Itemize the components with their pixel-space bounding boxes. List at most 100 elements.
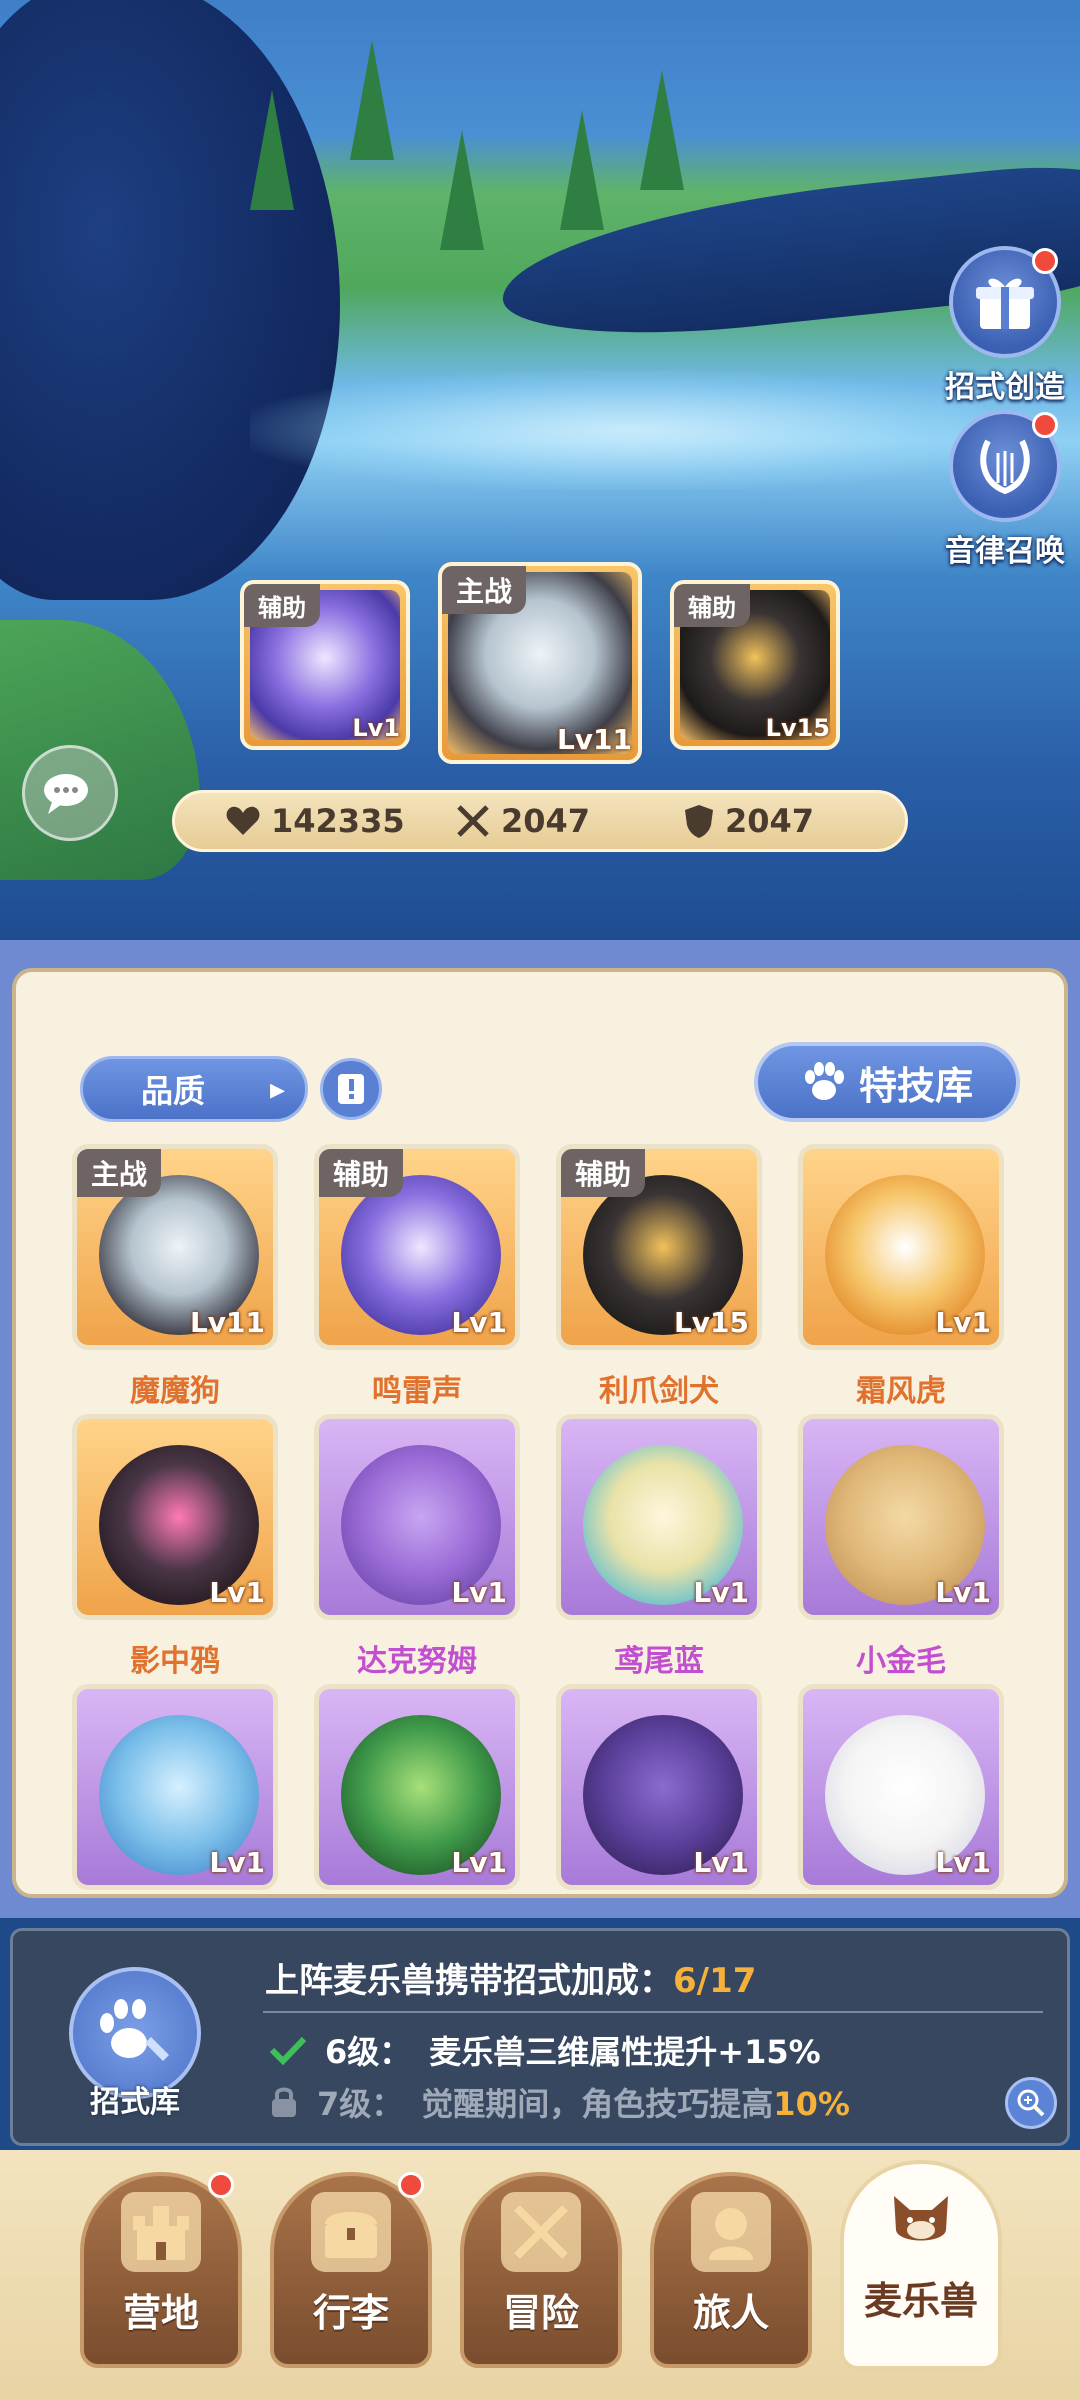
pet-panel-inner: 品质 ▸ 特技库 主战 Lv11 魔魔狗 辅助 Lv1 鸣雷声 辅助 Lv15 利爪剑犬 Lv1 霜… bbox=[12, 968, 1068, 1898]
melody-summon-label: 音律召唤 bbox=[945, 534, 1065, 569]
pet-level: Lv1 bbox=[935, 1306, 991, 1339]
river-shine bbox=[250, 370, 1010, 490]
pet-name: 霜风虎 bbox=[856, 1374, 946, 1409]
pet-level: Lv1 bbox=[693, 1846, 749, 1879]
quality-filter-button[interactable]: 品质 ▸ bbox=[80, 1056, 308, 1122]
pet-level: Lv11 bbox=[556, 723, 632, 756]
pet-card[interactable]: Lv1 鸢尾蓝 bbox=[556, 1414, 762, 1680]
level-7-text: 觉醒期间，角色技巧提高10% bbox=[421, 2079, 850, 2125]
nav-tab[interactable]: 麦乐兽 bbox=[840, 2160, 1002, 2370]
pet-level: Lv1 bbox=[451, 1306, 507, 1339]
pet-card-frame: Lv1 bbox=[798, 1144, 1004, 1350]
pet-level: Lv1 bbox=[451, 1576, 507, 1609]
pet-level: Lv15 bbox=[765, 714, 830, 742]
quality-filter-label: 品质 bbox=[141, 1072, 206, 1110]
nav-tab-label: 行李 bbox=[312, 2291, 389, 2335]
info-book-icon bbox=[338, 1074, 364, 1104]
pet-card-frame: Lv1 bbox=[72, 1414, 278, 1620]
team-main[interactable]: 主战 Lv11 bbox=[438, 562, 642, 764]
lock-icon bbox=[272, 2087, 296, 2117]
pet-card-frame: 主战 Lv11 bbox=[72, 1144, 278, 1350]
magnifier-icon bbox=[1017, 2089, 1045, 2117]
pine-tree bbox=[640, 70, 684, 190]
nav-tab[interactable]: 冒险 bbox=[460, 2172, 622, 2368]
pet-cat-icon bbox=[881, 2180, 961, 2260]
defense-stat: 2047 bbox=[683, 802, 814, 840]
role-tag: 辅助 bbox=[561, 1149, 646, 1197]
traveler-icon bbox=[691, 2192, 771, 2272]
pine-tree bbox=[440, 130, 484, 250]
pet-level: Lv1 bbox=[451, 1846, 507, 1879]
pet-level: Lv1 bbox=[935, 1846, 991, 1879]
pet-card[interactable]: 辅助 Lv1 鸣雷声 bbox=[314, 1144, 520, 1410]
paw-sword-icon bbox=[100, 1999, 169, 2061]
pine-tree bbox=[350, 40, 394, 160]
divider bbox=[263, 2011, 1043, 2013]
pet-card-frame: Lv1 bbox=[72, 1684, 278, 1890]
pet-card[interactable]: Lv1 bbox=[314, 1684, 520, 1890]
notification-badge bbox=[398, 2172, 424, 2198]
pet-name: 魔魔狗 bbox=[130, 1374, 220, 1409]
paw-icon bbox=[804, 1062, 844, 1100]
pine-tree bbox=[560, 110, 604, 230]
notification-badge bbox=[208, 2172, 234, 2198]
bonus-level-7: 7级： 觉醒期间，角色技巧提高10% bbox=[269, 2079, 850, 2125]
zoom-button[interactable] bbox=[1005, 2077, 1057, 2129]
pet-card-frame: Lv1 bbox=[556, 1414, 762, 1620]
pet-card[interactable]: Lv1 bbox=[72, 1684, 278, 1890]
pet-card[interactable]: Lv1 影中鸦 bbox=[72, 1414, 278, 1680]
support-tag: 辅助 bbox=[674, 584, 750, 627]
chat-button[interactable] bbox=[22, 745, 118, 841]
pet-card-frame: 辅助 Lv1 bbox=[314, 1144, 520, 1350]
info-book-button[interactable] bbox=[320, 1058, 382, 1120]
nav-tab[interactable]: 旅人 bbox=[650, 2172, 812, 2368]
nav-tab-label: 麦乐兽 bbox=[863, 2279, 978, 2323]
shield-icon bbox=[685, 805, 713, 838]
bottom-navigation: 营地 行李 冒险 旅人 麦乐兽 bbox=[0, 2150, 1080, 2400]
nav-tab[interactable]: 行李 bbox=[270, 2172, 432, 2368]
heart-icon bbox=[226, 806, 260, 835]
pet-card[interactable]: Lv1 小金毛 bbox=[798, 1414, 1004, 1680]
pet-level: Lv1 bbox=[209, 1576, 265, 1609]
defense-value: 2047 bbox=[725, 802, 815, 840]
role-tag: 辅助 bbox=[319, 1149, 404, 1197]
notification-badge bbox=[1032, 248, 1058, 274]
pet-card[interactable]: Lv1 霜风虎 bbox=[798, 1144, 1004, 1410]
pet-level: Lv11 bbox=[189, 1306, 265, 1339]
level-6-text: 麦乐兽三维属性提升+15% bbox=[429, 2033, 821, 2071]
skill-create-button[interactable]: 招式创造 bbox=[930, 246, 1080, 416]
grass-patch bbox=[0, 620, 200, 880]
pet-card[interactable]: 辅助 Lv15 利爪剑犬 bbox=[556, 1144, 762, 1410]
pet-name: 小金毛 bbox=[856, 1644, 946, 1679]
pet-card[interactable]: 主战 Lv11 魔魔狗 bbox=[72, 1144, 278, 1410]
pet-card[interactable]: Lv1 bbox=[798, 1684, 1004, 1890]
pet-card[interactable]: Lv1 bbox=[556, 1684, 762, 1890]
pet-level: Lv15 bbox=[673, 1306, 749, 1339]
pet-level: Lv1 bbox=[935, 1576, 991, 1609]
pet-name: 鸣雷声 bbox=[372, 1374, 462, 1409]
castle-icon bbox=[121, 2192, 201, 2272]
special-library-button[interactable]: 特技库 bbox=[754, 1042, 1020, 1122]
chat-bubble-icon bbox=[44, 774, 88, 814]
pet-card[interactable]: Lv1 达克努姆 bbox=[314, 1414, 520, 1680]
role-tag: 主战 bbox=[77, 1149, 162, 1197]
hp-value: 142335 bbox=[271, 802, 405, 840]
pet-panel: 品质 ▸ 特技库 主战 Lv11 魔魔狗 辅助 Lv1 鸣雷声 辅助 Lv15 利爪剑犬 Lv1 霜… bbox=[0, 940, 1080, 1918]
melody-summon-button[interactable]: 音律召唤 bbox=[930, 410, 1080, 580]
crossed-swords-icon bbox=[457, 805, 489, 837]
pet-level: Lv1 bbox=[693, 1576, 749, 1609]
attack-stat: 2047 bbox=[455, 802, 590, 840]
team-support-right[interactable]: 辅助 Lv15 bbox=[670, 580, 840, 750]
pet-name: 鸢尾蓝 bbox=[614, 1644, 704, 1679]
support-tag: 辅助 bbox=[244, 584, 320, 627]
bonus-title: 上阵麦乐兽携带招式加成：6/17 bbox=[265, 1953, 756, 2002]
pet-card-frame: Lv1 bbox=[314, 1414, 520, 1620]
level-6-label: 6级： bbox=[325, 2033, 412, 2071]
nav-tab[interactable]: 营地 bbox=[80, 2172, 242, 2368]
pet-card-frame: Lv1 bbox=[556, 1684, 762, 1890]
pet-level: Lv1 bbox=[352, 714, 400, 742]
team-support-left[interactable]: 辅助 Lv1 bbox=[240, 580, 410, 750]
pet-level: Lv1 bbox=[209, 1846, 265, 1879]
nav-tab-label: 冒险 bbox=[502, 2291, 579, 2335]
nav-tab-label: 营地 bbox=[122, 2291, 199, 2335]
